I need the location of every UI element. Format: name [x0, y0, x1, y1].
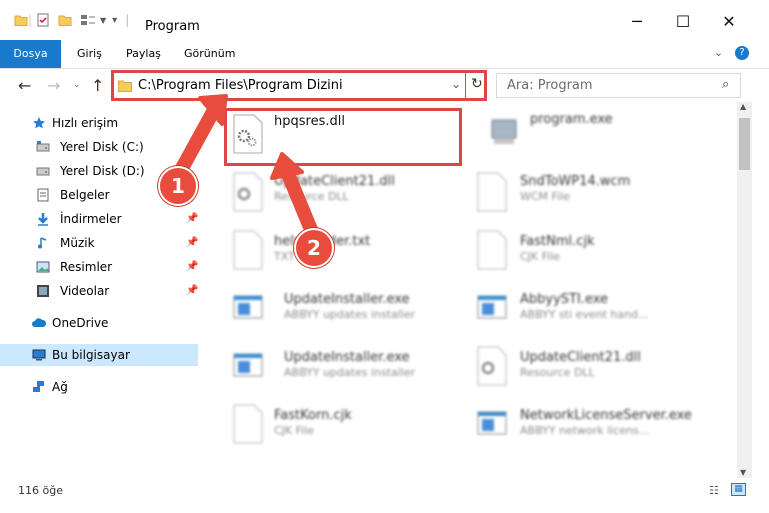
annotation-arrows [173, 94, 319, 239]
details-view-icon[interactable]: ☷ [709, 484, 719, 497]
step-2-marker: 2 [294, 228, 334, 268]
item-count: 116 öğe [18, 484, 63, 497]
step-1-marker: 1 [158, 166, 198, 206]
large-icons-view-icon[interactable]: ▦ [731, 483, 746, 496]
status-bar: 116 öğe ☷ ▦ [0, 478, 769, 505]
